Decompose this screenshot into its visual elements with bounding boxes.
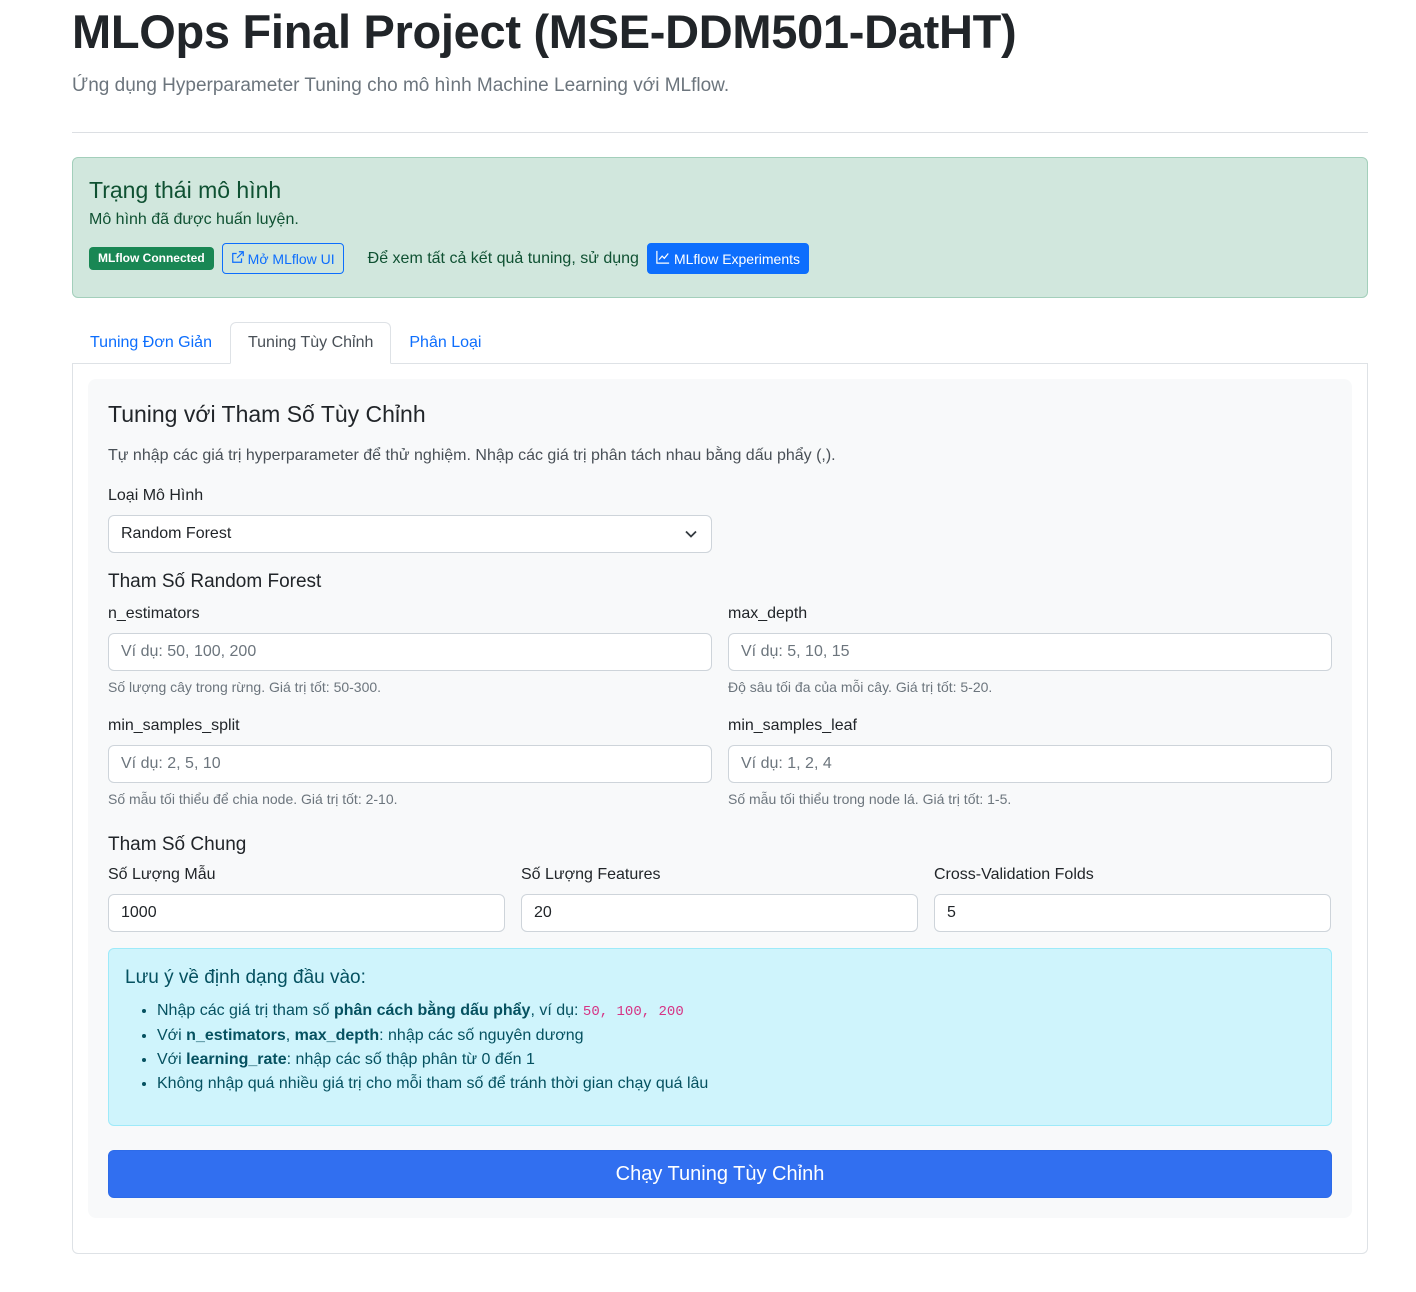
note-item: Không nhập quá nhiều giá trị cho mỗi tha… [157, 1072, 1315, 1096]
max-depth-label: max_depth [728, 605, 808, 622]
n-estimators-help: Số lượng cây trong rừng. Giá trị tốt: 50… [108, 679, 382, 695]
panel-title: Tuning với Tham Số Tùy Chỉnh [108, 401, 426, 427]
mlflow-connected-badge: MLflow Connected [89, 247, 214, 270]
open-mlflow-ui-label: Mở MLflow UI [247, 250, 335, 267]
custom-tuning-panel: Tuning với Tham Số Tùy Chỉnh Tự nhập các… [88, 379, 1352, 1218]
max-depth-help: Độ sâu tối đa của mỗi cây. Giá trị tốt: … [728, 679, 993, 695]
model-type-select[interactable]: Random Forest [108, 515, 712, 553]
tab-bar: Tuning Đơn Giản Tuning Tùy Chỉnh Phân Lo… [72, 322, 1368, 364]
min-samples-leaf-label: min_samples_leaf [728, 717, 857, 734]
run-custom-tuning-button[interactable]: Chạy Tuning Tùy Chỉnh [108, 1150, 1332, 1198]
tab-classification[interactable]: Phân Loại [391, 322, 499, 364]
model-status-card: Trạng thái mô hình Mô hình đã được huấn … [72, 157, 1368, 298]
n-features-input[interactable] [521, 894, 918, 932]
note-item: Nhập các giá trị tham số phân cách bằng … [157, 999, 1315, 1024]
tab-simple-tuning[interactable]: Tuning Đơn Giản [72, 322, 230, 364]
note-list: Nhập các giá trị tham số phân cách bằng … [125, 999, 1315, 1096]
open-mlflow-ui-button[interactable]: Mở MLflow UI [221, 243, 344, 274]
n-samples-input[interactable] [108, 894, 505, 932]
external-link-icon [231, 250, 245, 267]
status-text: Mô hình đã được huấn luyện. [89, 211, 299, 228]
min-samples-leaf-input[interactable] [728, 745, 1332, 783]
status-heading: Trạng thái mô hình [89, 177, 282, 203]
n-estimators-label: n_estimators [108, 605, 200, 622]
input-format-note: Lưu ý về định dạng đầu vào: Nhập các giá… [108, 948, 1332, 1126]
min-samples-split-label: min_samples_split [108, 717, 240, 734]
rf-params-heading: Tham Số Random Forest [108, 571, 322, 592]
line-chart-icon [656, 250, 670, 267]
status-hint: Để xem tất cả kết quả tuning, sử dụng [367, 249, 639, 267]
page-title: MLOps Final Project (MSE-DDM501-DatHT) [72, 5, 1017, 58]
cv-folds-label: Cross-Validation Folds [934, 866, 1094, 883]
n-estimators-input[interactable] [108, 633, 712, 671]
tab-custom-tuning[interactable]: Tuning Tùy Chỉnh [229, 322, 392, 364]
min-samples-split-input[interactable] [108, 745, 712, 783]
min-samples-split-help: Số mẫu tối thiểu để chia node. Giá trị t… [108, 791, 398, 807]
cv-folds-input[interactable] [934, 894, 1331, 932]
tab-pane-custom-tuning: Tuning với Tham Số Tùy Chỉnh Tự nhập các… [72, 364, 1368, 1254]
note-item: Với learning_rate: nhập các số thập phân… [157, 1048, 1315, 1072]
n-samples-label: Số Lượng Mẫu [108, 866, 216, 883]
common-params-heading: Tham Số Chung [108, 834, 247, 855]
n-features-label: Số Lượng Features [521, 866, 661, 883]
panel-description: Tự nhập các giá trị hyperparameter để th… [108, 447, 836, 464]
note-title: Lưu ý về định dạng đầu vào: [125, 967, 366, 988]
max-depth-input[interactable] [728, 633, 1332, 671]
model-type-label: Loại Mô Hình [108, 487, 204, 504]
mlflow-experiments-button[interactable]: MLflow Experiments [646, 243, 809, 274]
mlflow-experiments-label: MLflow Experiments [673, 250, 800, 267]
divider [72, 132, 1368, 133]
note-item: Với n_estimators, max_depth: nhập các số… [157, 1024, 1315, 1048]
min-samples-leaf-help: Số mẫu tối thiểu trong node lá. Giá trị … [728, 791, 1012, 807]
page-subtitle: Ứng dụng Hyperparameter Tuning cho mô hì… [72, 75, 730, 96]
